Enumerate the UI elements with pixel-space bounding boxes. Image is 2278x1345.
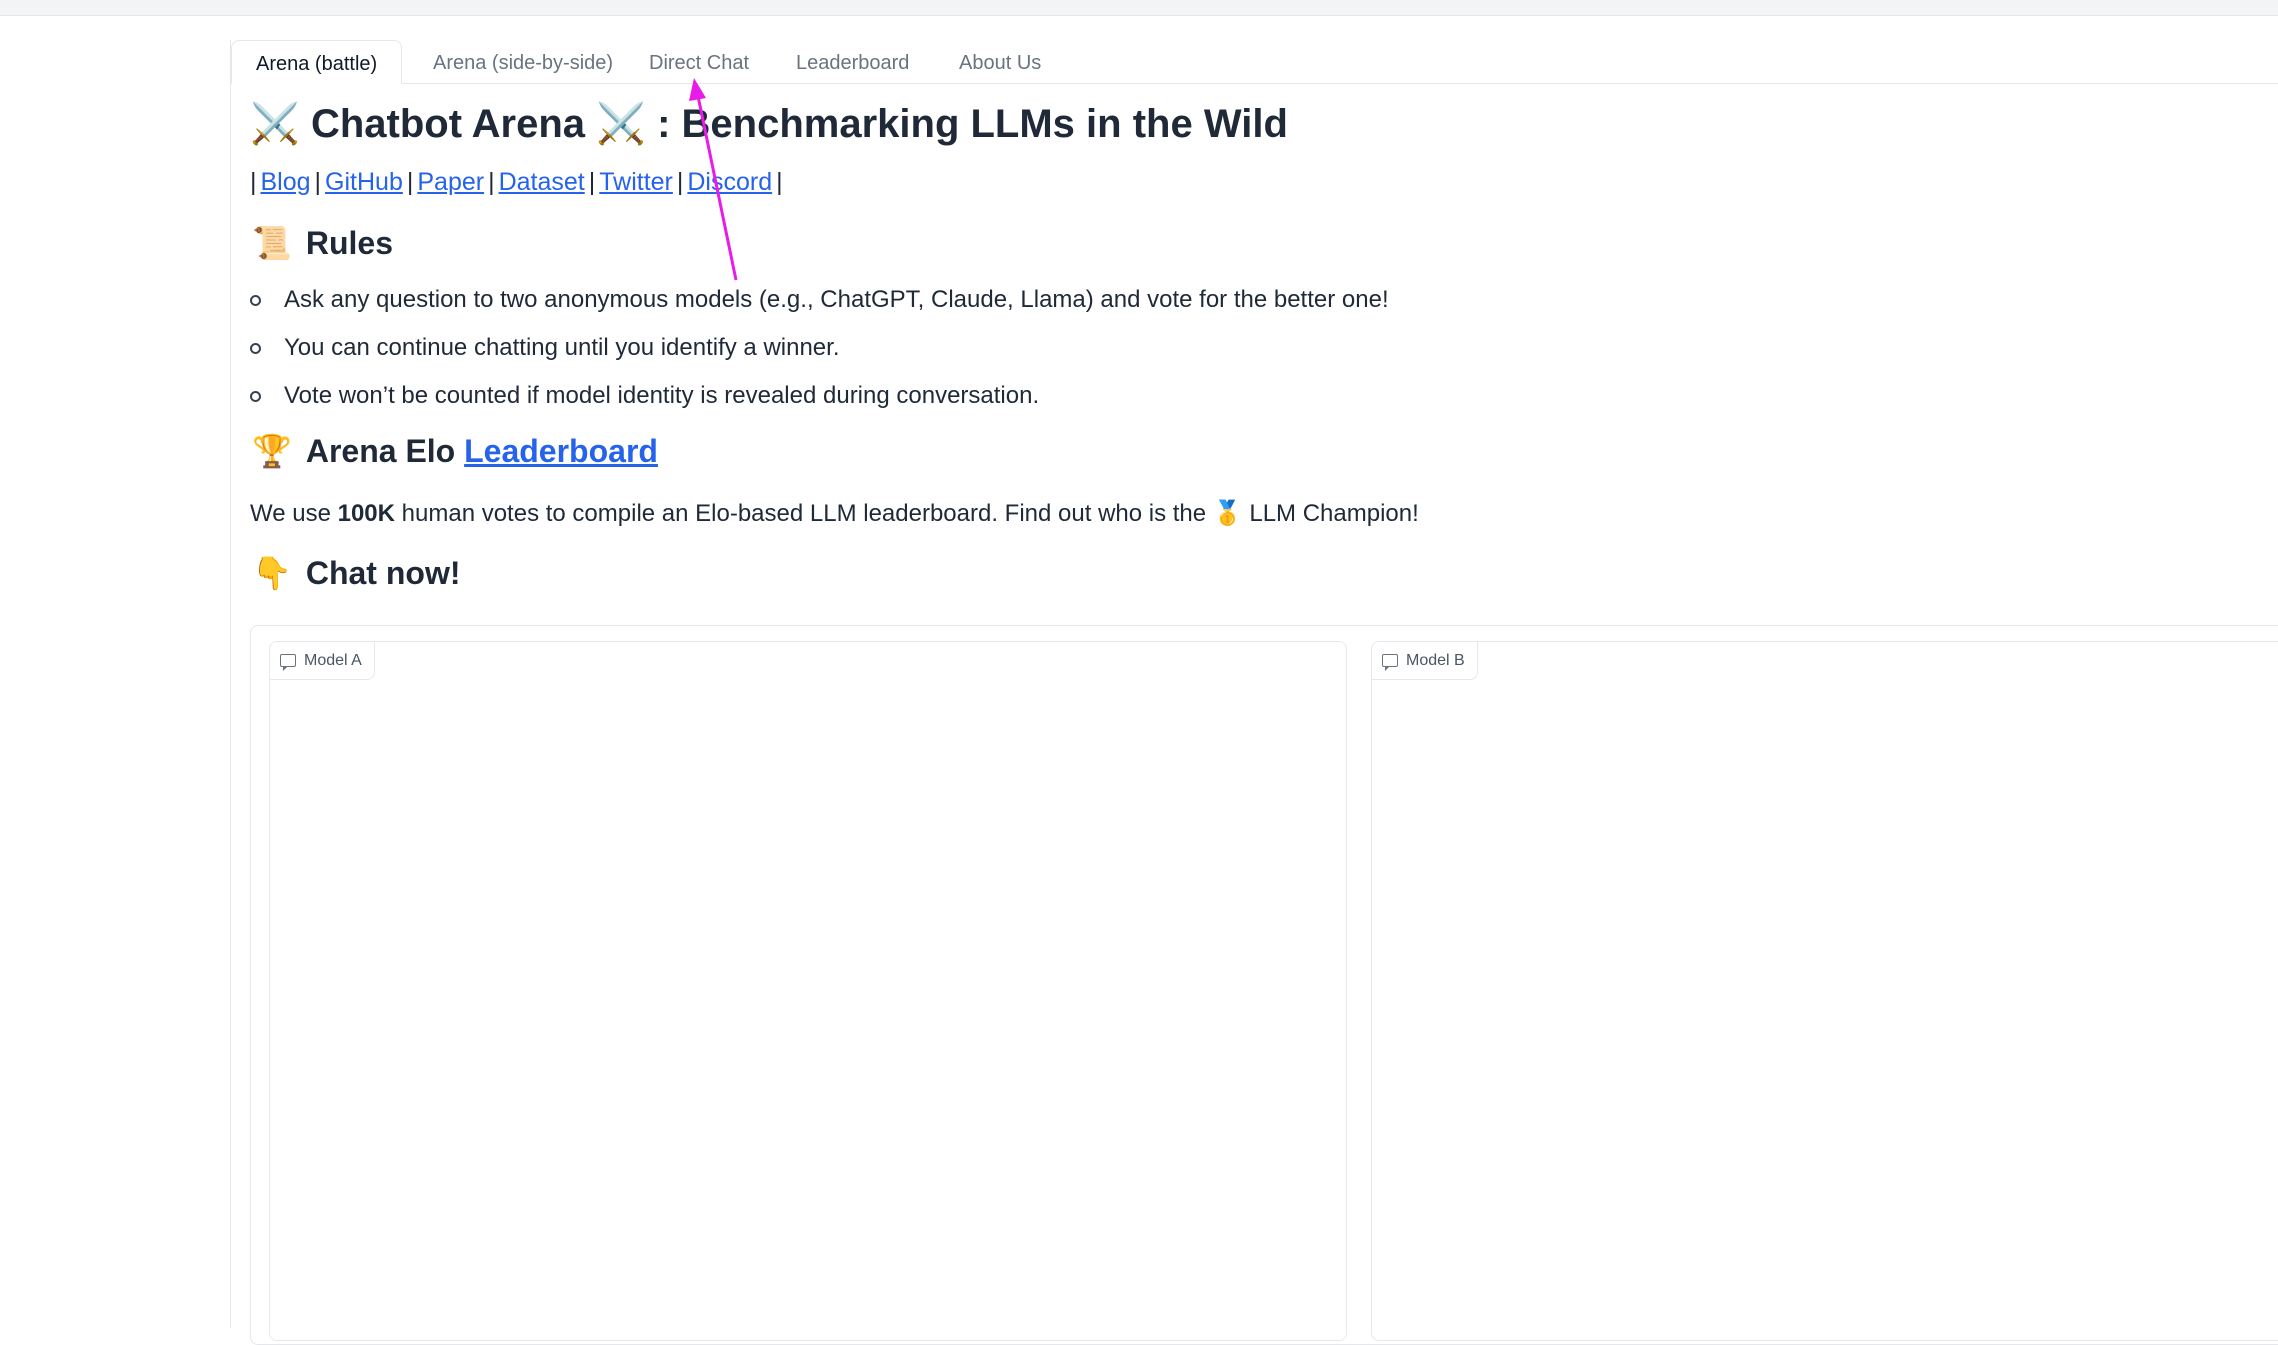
link-separator: | (676, 168, 684, 196)
rule-text: Vote won’t be counted if model identity … (284, 382, 1040, 409)
twitter-link[interactable]: Twitter (599, 168, 673, 196)
rules-heading: 📜 Rules (252, 224, 393, 262)
trophy-icon: 🏆 (252, 433, 292, 469)
elo-votes-count: 100K (337, 500, 395, 527)
bullet-icon (250, 295, 261, 306)
elo-text-before: We use (250, 500, 331, 527)
link-separator: | (406, 168, 414, 196)
link-separator: | (588, 168, 596, 196)
discord-link[interactable]: Discord (687, 168, 772, 196)
elo-heading: 🏆 Arena Elo Leaderboard (252, 432, 658, 470)
title-text: Chatbot Arena (310, 102, 586, 146)
list-item: You can continue chatting until you iden… (250, 328, 1389, 376)
link-separator: | (776, 168, 783, 196)
tab-bar: Arena (battle) Arena (side-by-side) Dire… (231, 40, 2278, 84)
rules-list: Ask any question to two anonymous models… (250, 280, 1389, 424)
elo-heading-text: Arena Elo (305, 433, 456, 469)
browser-top-strip (0, 0, 2278, 16)
link-separator: | (314, 168, 322, 196)
page-title: ⚔️ Chatbot Arena ⚔️ : Benchmarking LLMs … (250, 96, 1288, 152)
github-link[interactable]: GitHub (325, 168, 403, 196)
link-separator: | (250, 168, 257, 196)
crossed-swords-icon: ⚔️ (250, 102, 300, 146)
bullet-icon (250, 391, 261, 402)
tab-direct-chat[interactable]: Direct Chat (625, 40, 773, 83)
chat-bubble-icon (1382, 654, 1398, 671)
chat-bubble-icon (280, 654, 296, 671)
leaderboard-link[interactable]: Leaderboard (464, 433, 658, 469)
dataset-link[interactable]: Dataset (499, 168, 585, 196)
chat-now-heading: 👇 Chat now! (252, 554, 460, 592)
link-separator: | (488, 168, 495, 196)
chatbot-panel-model-b[interactable]: Model B (1371, 641, 2278, 1341)
tab-leaderboard[interactable]: Leaderboard (772, 40, 933, 83)
elo-description: We use 100K human votes to compile an El… (250, 494, 1419, 534)
link-bar: | Blog | GitHub | Paper | Dataset | Twitter | Disco… (250, 165, 783, 199)
title-subtitle: : Benchmarking LLMs in the Wild (657, 102, 1288, 146)
paper-link[interactable]: Paper (417, 168, 484, 196)
tab-arena-battle[interactable]: Arena (battle) (231, 40, 403, 84)
model-b-label-text: Model B (1406, 651, 1465, 669)
chatbot-panel-model-a[interactable]: Model A (269, 641, 1347, 1341)
bullet-icon (250, 343, 261, 354)
list-item: Ask any question to two anonymous models… (250, 280, 1389, 328)
model-a-label-text: Model A (304, 651, 362, 669)
tab-about-us[interactable]: About Us (935, 40, 1065, 83)
rule-text: You can continue chatting until you iden… (284, 334, 840, 361)
elo-text-after: LLM Champion! (1249, 500, 1419, 527)
rule-text: Ask any question to two anonymous models… (284, 286, 1389, 313)
medal-icon: 🥇 (1212, 500, 1243, 527)
pointing-down-icon: 👇 (252, 555, 292, 591)
rules-heading-text: Rules (305, 225, 393, 261)
chat-now-heading-text: Chat now! (305, 555, 461, 591)
blog-link[interactable]: Blog (261, 168, 311, 196)
page-left-border (230, 40, 231, 1328)
scroll-icon: 📜 (252, 225, 292, 261)
crossed-swords-icon: ⚔️ (596, 102, 646, 146)
elo-text-middle: human votes to compile an Elo-based LLM … (401, 500, 1207, 527)
model-a-label: Model A (270, 642, 375, 680)
list-item: Vote won’t be counted if model identity … (250, 376, 1389, 424)
tab-arena-side-by-side[interactable]: Arena (side-by-side) (409, 40, 637, 83)
model-b-label: Model B (1372, 642, 1478, 680)
